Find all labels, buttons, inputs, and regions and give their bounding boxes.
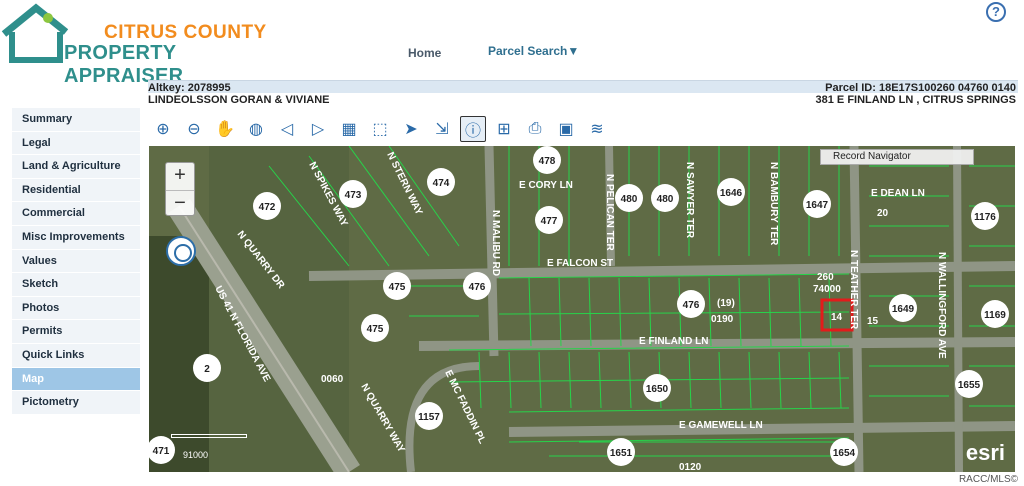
block-label-475: 475 <box>367 324 384 335</box>
globe-icon[interactable]: ◍ <box>243 116 269 142</box>
parcel-label-0060: 0060 <box>321 374 344 385</box>
block-label-1651: 1651 <box>610 448 633 459</box>
block-label-471: 471 <box>153 446 170 457</box>
sidebar-item-land-agriculture[interactable]: Land & Agriculture <box>12 155 140 179</box>
map-canvas[interactable]: 472 473 474 478 477 480 480 1646 1647 1176 475 476 4… <box>149 146 1015 472</box>
stack-icon[interactable]: ≋ <box>584 116 610 142</box>
block-label-475: 475 <box>389 282 406 293</box>
road-label-n-sawyer-ter: N SAWYER TER <box>684 162 695 239</box>
block-label-1647: 1647 <box>806 200 829 211</box>
block-label-474: 474 <box>433 178 450 189</box>
sidebar-item-permits[interactable]: Permits <box>12 320 140 344</box>
block-label-1650: 1650 <box>646 384 669 395</box>
parcel-label-19: (19) <box>717 298 735 309</box>
scale-bar <box>171 434 247 438</box>
zoom-out-icon[interactable]: ⊖ <box>181 116 207 142</box>
parcel-label-260: 260 <box>817 272 834 283</box>
select-arrow-icon[interactable]: ➤ <box>398 116 424 142</box>
block-label-480: 480 <box>621 194 638 205</box>
parcel-id-text: Parcel ID: 18E17S100260 04760 0140 <box>825 82 1016 94</box>
zoom-in-icon[interactable]: ⊕ <box>150 116 176 142</box>
block-label-476: 476 <box>469 282 486 293</box>
logo[interactable]: CITRUS COUNTY PROPERTY APPRAISER <box>0 0 290 87</box>
owner-text: LINDEOLSSON GORAN & VIVIANE <box>148 94 330 106</box>
parcel-label-20: 20 <box>877 208 889 219</box>
sidebar-item-map[interactable]: Map <box>12 367 140 392</box>
sidebar-item-residential[interactable]: Residential <box>12 178 140 203</box>
sidebar-item-legal[interactable]: Legal <box>12 131 140 156</box>
road-label-e-cory-ln: E CORY LN <box>519 180 573 191</box>
road-label-e-falcon-st: E FALCON ST <box>547 258 613 269</box>
altkey-text: Altkey: 2078995 <box>148 82 231 94</box>
pan-hand-icon[interactable]: ✋ <box>212 116 238 142</box>
layers-map-icon[interactable]: ▦ <box>336 116 362 142</box>
block-label-473: 473 <box>345 190 362 201</box>
measure-icon[interactable]: ⊞ <box>491 116 517 142</box>
locate-icon[interactable] <box>166 236 196 266</box>
block-label-2: 2 <box>204 364 210 375</box>
parcel-map[interactable]: 472 473 474 478 477 480 480 1646 1647 1176 475 476 4… <box>149 146 1015 472</box>
block-label-480: 480 <box>657 194 674 205</box>
road-label-n-bambury-ter: N BAMBURY TER <box>768 162 779 246</box>
block-label-1649: 1649 <box>892 304 915 315</box>
zoom-out-button[interactable]: − <box>166 190 194 217</box>
nav-home-link[interactable]: Home <box>408 46 441 60</box>
road-label-n-teather-ter: N TEATHER TER <box>848 250 859 330</box>
block-label-1176: 1176 <box>974 212 996 223</box>
block-label-477: 477 <box>541 216 558 227</box>
address-text: 381 E FINLAND LN , CITRUS SPRINGS <box>815 94 1016 106</box>
parcel-label-0190: 0190 <box>711 314 734 325</box>
block-label-1169: 1169 <box>984 310 1006 321</box>
parcel-info-bar: Altkey: 2078995 Parcel ID: 18E17S100260 … <box>148 80 1018 106</box>
sidebar-item-misc-improvements[interactable]: Misc Improvements <box>12 225 140 250</box>
forward-arrow-icon[interactable]: ▷ <box>305 116 331 142</box>
road-label-n-pelican-ter: N PELICAN TER <box>604 174 615 251</box>
block-label-478: 478 <box>539 156 556 167</box>
road-label-e-gamewell-ln: E GAMEWELL LN <box>679 420 763 431</box>
block-label-1654: 1654 <box>833 448 856 459</box>
watermark-text: RACC/MLS© <box>958 474 1018 485</box>
parcel-label-0120: 0120 <box>679 462 702 472</box>
extent-icon[interactable]: ▣ <box>553 116 579 142</box>
back-arrow-icon[interactable]: ◁ <box>274 116 300 142</box>
parcel-label-74000: 74000 <box>813 284 841 295</box>
block-label-1646: 1646 <box>720 188 743 199</box>
help-icon[interactable]: ? <box>986 2 1006 22</box>
zoom-in-button[interactable]: + <box>166 163 194 190</box>
parcel-label-14: 14 <box>831 312 843 323</box>
zoom-box-icon[interactable]: ⬚ <box>367 116 393 142</box>
map-toolbar: ⊕ ⊖ ✋ ◍ ◁ ▷ ▦ ⬚ ➤ ⇲ ⓘ ⊞ ⎙ ▣ ≋ <box>150 113 615 145</box>
nav-parcel-search-menu[interactable]: Parcel Search▼ <box>488 44 579 58</box>
sidebar-item-quick-links[interactable]: Quick Links <box>12 343 140 368</box>
sidebar-item-photos[interactable]: Photos <box>12 296 140 321</box>
block-label-1157: 1157 <box>418 412 440 423</box>
block-label-1655: 1655 <box>958 380 981 391</box>
print-icon[interactable]: ⎙ <box>522 116 548 142</box>
house-logo-icon <box>1 3 69 63</box>
parcel-label-15: 15 <box>867 316 879 327</box>
sidebar-item-values[interactable]: Values <box>12 249 140 274</box>
sidebar-nav: Summary Legal Land & Agriculture Residen… <box>12 108 140 415</box>
sidebar-item-sketch[interactable]: Sketch <box>12 273 140 297</box>
identify-arrow-icon[interactable]: ⇲ <box>429 116 455 142</box>
esri-logo: esri <box>965 440 1005 465</box>
road-label-n-malibu-rd: N MALIBU RD <box>490 210 501 276</box>
sidebar-item-commercial[interactable]: Commercial <box>12 202 140 226</box>
road-label-n-wallingford-ave: N WALLINGFORD AVE <box>936 252 947 359</box>
record-navigator-button[interactable]: Record Navigator <box>820 149 974 165</box>
sidebar-item-pictometry[interactable]: Pictometry <box>12 391 140 415</box>
block-label-472: 472 <box>259 202 276 213</box>
road-label-e-finland-ln: E FINLAND LN <box>639 336 708 347</box>
zoom-control: + − <box>165 162 195 216</box>
logo-title: CITRUS COUNTY <box>104 22 267 43</box>
block-label-476: 476 <box>683 300 700 311</box>
sidebar-item-summary[interactable]: Summary <box>12 108 140 132</box>
scale-label: 91000 <box>183 450 209 460</box>
road-label-e-dean-ln: E DEAN LN <box>871 188 925 199</box>
info-icon[interactable]: ⓘ <box>460 116 486 142</box>
